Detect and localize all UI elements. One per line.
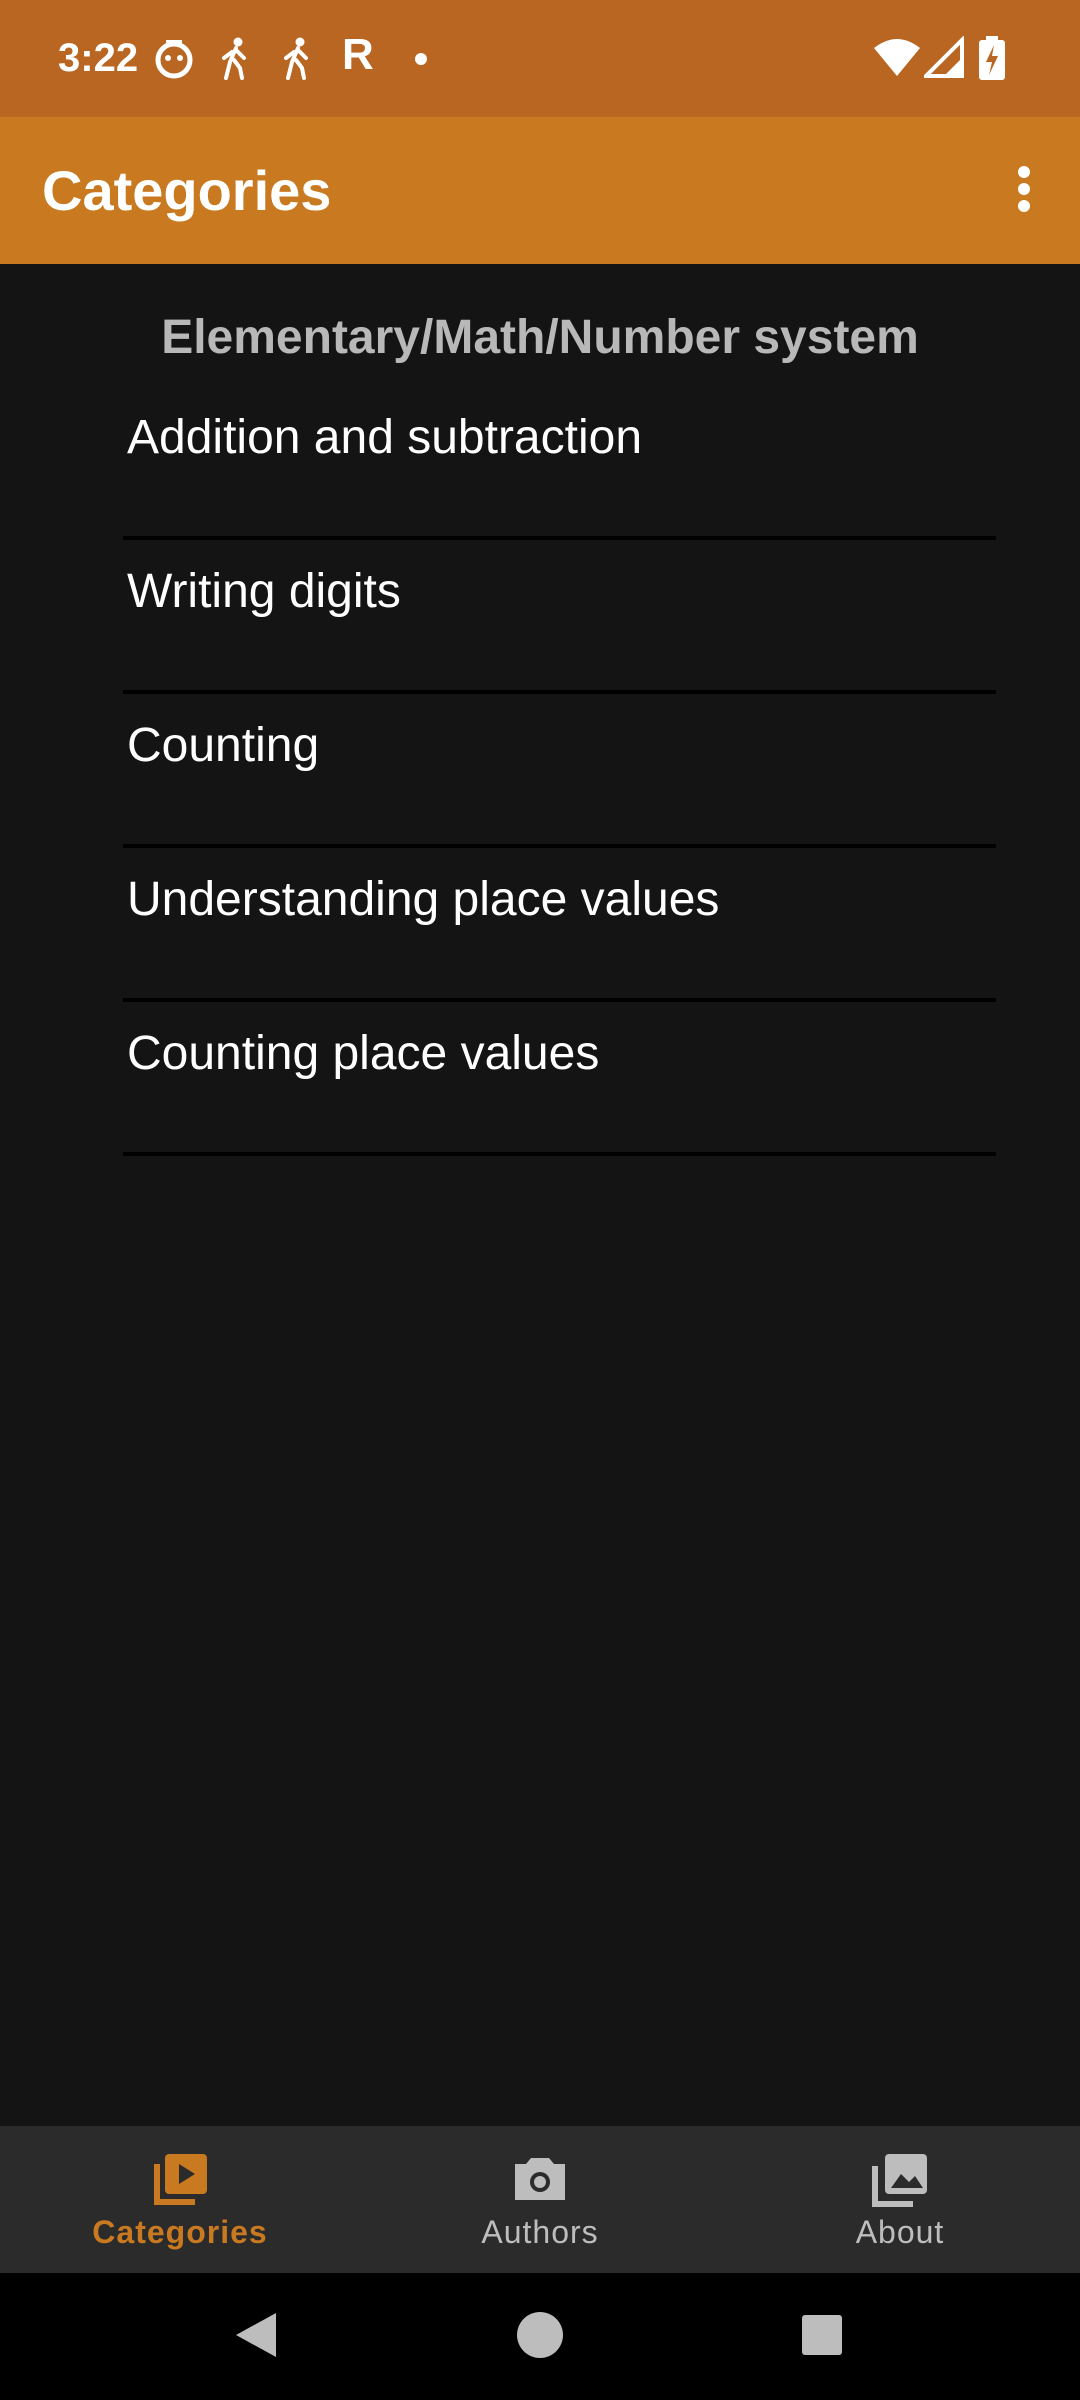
nav-label: Categories <box>92 2214 268 2250</box>
page-title: Categories <box>42 159 332 222</box>
dot-icon <box>414 52 428 71</box>
camera-icon <box>511 2150 569 2208</box>
list-item[interactable]: Addition and subtraction <box>123 386 996 540</box>
list-item[interactable]: Writing digits <box>123 540 996 694</box>
status-bar: 3:22 R <box>0 0 1080 117</box>
list-item[interactable]: Understanding place values <box>123 848 996 1002</box>
breadcrumb: Elementary/Math/Number system <box>161 311 919 364</box>
nav-item-categories[interactable]: Categories <box>0 2126 360 2273</box>
wifi-icon <box>872 36 922 85</box>
back-icon[interactable] <box>232 2309 280 2366</box>
video-library-icon <box>151 2150 209 2208</box>
app-bar: Categories <box>0 117 1080 264</box>
bottom-navigation: Categories Authors About <box>0 2126 1080 2273</box>
list-item-label: Counting place values <box>127 1027 600 1080</box>
home-icon[interactable] <box>514 2309 566 2366</box>
status-time: 3:22 <box>58 36 139 80</box>
walking-icon <box>218 36 252 85</box>
walking-icon <box>280 36 314 85</box>
list-item-label: Addition and subtraction <box>127 411 643 464</box>
more-vert-icon <box>1017 165 1031 218</box>
nav-item-about[interactable]: About <box>720 2126 1080 2273</box>
list-item-label: Writing digits <box>127 565 401 618</box>
nav-label: Authors <box>481 2214 599 2250</box>
list-item[interactable]: Counting place values <box>123 1002 996 1156</box>
list-item-label: Counting <box>127 719 320 772</box>
signal-icon <box>921 35 964 85</box>
category-list: Addition and subtraction Writing digits … <box>123 386 996 1156</box>
photo-library-icon <box>871 2150 929 2208</box>
system-navigation-bar <box>0 2273 1080 2400</box>
r-icon: R <box>342 30 374 79</box>
list-item[interactable]: Counting <box>123 694 996 848</box>
face-icon <box>154 36 194 85</box>
nav-label: About <box>855 2214 945 2250</box>
recents-icon[interactable] <box>800 2313 844 2362</box>
overflow-menu-button[interactable] <box>988 155 1060 227</box>
nav-item-authors[interactable]: Authors <box>360 2126 720 2273</box>
list-item-label: Understanding place values <box>127 873 720 926</box>
battery-charging-icon <box>978 36 1006 85</box>
